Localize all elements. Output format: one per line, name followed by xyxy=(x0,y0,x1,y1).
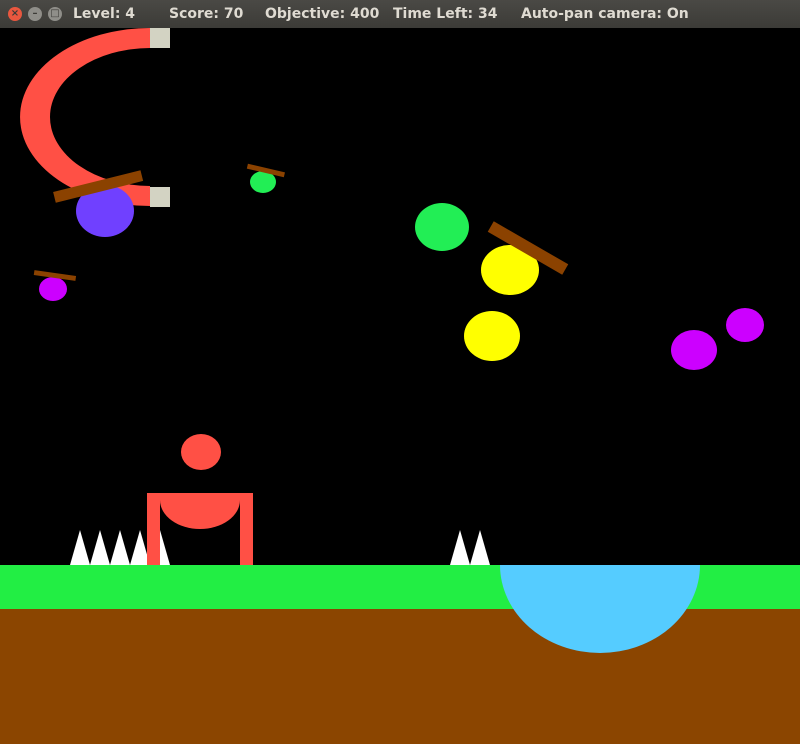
score-indicator: Score: 70 xyxy=(169,6,244,22)
magenta-ball[interactable] xyxy=(726,308,764,342)
magnet-tip-bottom xyxy=(150,187,170,207)
maximize-window-button[interactable]: □ xyxy=(48,7,62,21)
objective-indicator: Objective: 400 xyxy=(265,6,380,22)
basket-top-bar xyxy=(147,493,253,500)
magnet-tip-top xyxy=(150,28,170,48)
dirt-ground xyxy=(0,609,800,744)
magenta-ball[interactable] xyxy=(671,330,717,370)
green-ball[interactable] xyxy=(415,203,469,251)
auto-pan-indicator: Auto-pan camera: On xyxy=(521,6,689,22)
basket-right-post xyxy=(240,493,253,565)
title-bar: × – □ Level: 4 Score: 70 Objective: 400 … xyxy=(0,0,800,28)
game-canvas[interactable] xyxy=(0,28,800,744)
magenta-ball-small[interactable] xyxy=(39,277,67,301)
level-indicator: Level: 4 xyxy=(73,6,136,22)
basket-left-post xyxy=(147,493,160,565)
close-window-button[interactable]: × xyxy=(8,7,22,21)
minimize-window-button[interactable]: – xyxy=(28,7,42,21)
red-ball[interactable] xyxy=(181,434,221,470)
time-left-indicator: Time Left: 34 xyxy=(393,6,498,22)
yellow-ball[interactable] xyxy=(464,311,520,361)
